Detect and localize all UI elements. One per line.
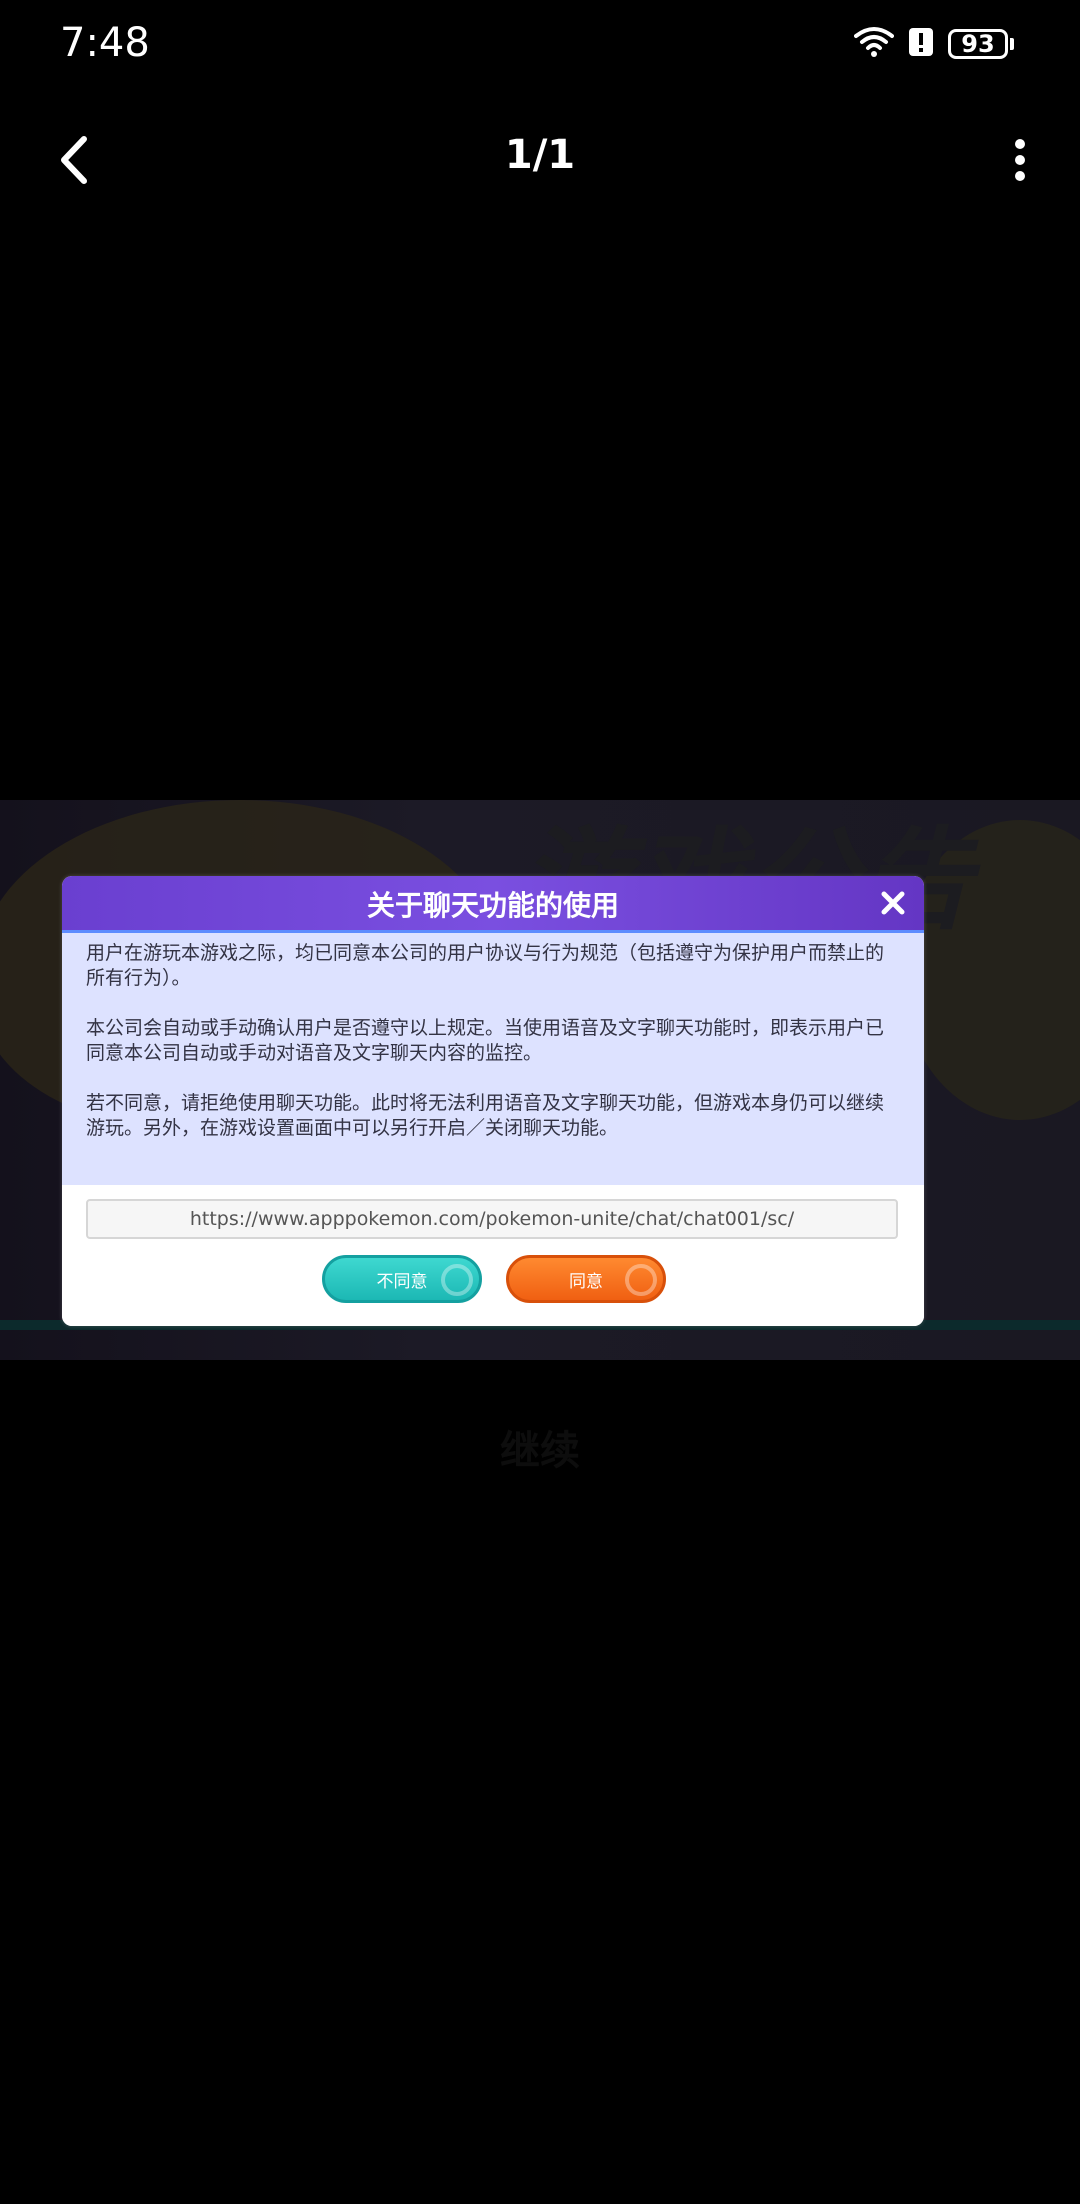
close-icon [881, 891, 905, 915]
dialog-header: 关于聊天功能的使用 [62, 876, 924, 933]
continue-label: 继续 [500, 1428, 580, 1474]
agree-button[interactable]: 同意 [506, 1255, 666, 1303]
alert-icon [908, 26, 934, 62]
battery-cap [1010, 38, 1014, 50]
dialog-footer: https://www.apppokemon.com/pokemon-unite… [62, 1185, 924, 1326]
status-time: 7:48 [60, 20, 150, 66]
agree-label: 同意 [569, 1271, 603, 1292]
more-options-button[interactable] [990, 130, 1050, 190]
dialog-paragraph-2: 本公司会自动或手动确认用户是否遵守以上规定。当使用语音及文字聊天功能时，即表示用… [86, 1017, 885, 1064]
wifi-icon [854, 26, 894, 62]
pokeball-deco-icon [441, 1264, 473, 1296]
battery-icon: 93 [948, 29, 1014, 59]
battery-level: 93 [948, 29, 1008, 59]
dialog-paragraph-1: 用户在游玩本游戏之际，均已同意本公司的用户协议与行为规范（包括遵守为保护用户而禁… [86, 942, 885, 989]
more-vertical-icon [1015, 139, 1025, 181]
disagree-label: 不同意 [376, 1271, 428, 1292]
screen: 7:48 93 1/1 关于聊天功能的使用 用户在游玩本游戏之际，均已同意本公司… [0, 0, 1080, 2204]
close-button[interactable] [876, 886, 910, 920]
status-bar: 7:48 93 [0, 0, 1080, 92]
pokeball-deco-icon [625, 1264, 657, 1296]
top-nav: 1/1 [0, 112, 1080, 204]
dialog-title: 关于聊天功能的使用 [366, 889, 619, 922]
policy-url-link[interactable]: https://www.apppokemon.com/pokemon-unite… [86, 1199, 898, 1239]
status-icons: 93 [854, 26, 1014, 62]
chat-consent-dialog: 关于聊天功能的使用 用户在游玩本游戏之际，均已同意本公司的用户协议与行为规范（包… [62, 876, 924, 1326]
page-counter: 1/1 [504, 132, 576, 178]
disagree-button[interactable]: 不同意 [322, 1255, 482, 1303]
dialog-body: 用户在游玩本游戏之际，均已同意本公司的用户协议与行为规范（包括遵守为保护用户而禁… [62, 933, 924, 1185]
dialog-paragraph-3: 若不同意，请拒绝使用聊天功能。此时将无法利用语音及文字聊天功能，但游戏本身仍可以… [86, 1092, 885, 1139]
